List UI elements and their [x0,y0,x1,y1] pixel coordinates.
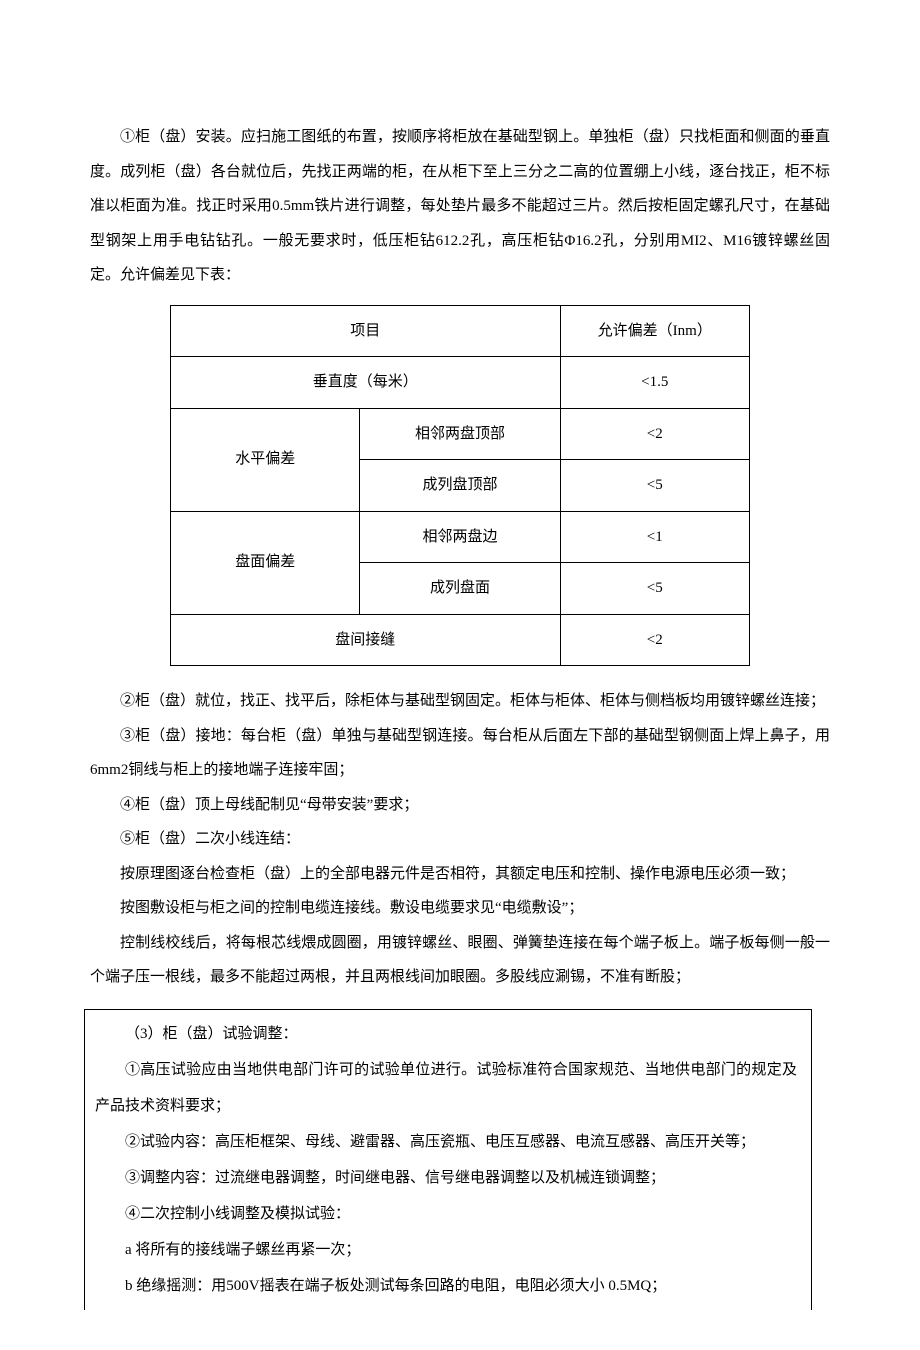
table-row: 水平偏差 相邻两盘顶部 <2 [171,408,750,460]
table-row: 项目 允许偏差（Inm） [171,305,750,357]
box-line-7: b 绝缘摇测：用500V摇表在端子板处测试每条回路的电阻，电阻必须大小 0.5M… [95,1268,797,1304]
cell-seam: 盘间接缝 [171,614,561,666]
box-line-2: ①高压试验应由当地供电部门许可的试验单位进行。试验标准符合国家规范、当地供电部门… [95,1052,797,1124]
cell-value: <5 [560,563,750,615]
paragraph-2: ②柜（盘）就位，找正、找平后，除柜体与基础型钢固定。柜体与柜体、柜体与侧档板均用… [90,684,830,719]
cell-sub: 成列盘顶部 [360,460,560,512]
cell-value: <5 [560,460,750,512]
paragraph-3: ③柜（盘）接地：每台柜（盘）单独与基础型钢连接。每台柜从后面左下部的基础型钢侧面… [90,719,830,788]
header-item: 项目 [171,305,561,357]
boxed-section: （3）柜（盘）试验调整： ①高压试验应由当地供电部门许可的试验单位进行。试验标准… [84,1009,812,1310]
box-line-3: ②试验内容：高压柜框架、母线、避雷器、高压瓷瓶、电压互感器、电流互感器、高压开关… [95,1124,797,1160]
cell-value: <2 [560,408,750,460]
paragraph-1: ①柜（盘）安装。应扫施工图纸的布置，按顺序将柜放在基础型钢上。单独柜（盘）只找柜… [90,120,830,293]
cell-sub: 相邻两盘顶部 [360,408,560,460]
table-row: 垂直度（每米） <1.5 [171,357,750,409]
box-line-1: （3）柜（盘）试验调整： [95,1016,797,1052]
table-row: 盘面偏差 相邻两盘边 <1 [171,511,750,563]
box-line-5: ④二次控制小线调整及模拟试验： [95,1196,797,1232]
box-line-6: a 将所有的接线端子螺丝再紧一次； [95,1232,797,1268]
paragraph-6: 按原理图逐台检查柜（盘）上的全部电器元件是否相符，其额定电压和控制、操作电源电压… [90,857,830,892]
cell-value: <2 [560,614,750,666]
paragraph-5: ⑤柜（盘）二次小线连结： [90,822,830,857]
paragraph-4: ④柜（盘）顶上母线配制见“母带安装”要求； [90,788,830,823]
cell-sub: 成列盘面 [360,563,560,615]
box-line-4: ③调整内容：过流继电器调整，时间继电器、信号继电器调整以及机械连锁调整； [95,1160,797,1196]
tolerance-table: 项目 允许偏差（Inm） 垂直度（每米） <1.5 水平偏差 相邻两盘顶部 <2… [170,305,750,667]
cell-horizontal-dev: 水平偏差 [171,408,360,511]
cell-value: <1.5 [560,357,750,409]
table-row: 盘间接缝 <2 [171,614,750,666]
cell-value: <1 [560,511,750,563]
header-tolerance: 允许偏差（Inm） [560,305,750,357]
cell-panel-dev: 盘面偏差 [171,511,360,614]
paragraph-7: 按图敷设柜与柜之间的控制电缆连接线。敷设电缆要求见“电缆敷设”； [90,891,830,926]
cell-sub: 相邻两盘边 [360,511,560,563]
paragraph-8: 控制线校线后，将每根芯线煨成圆圈，用镀锌螺丝、眼圈、弹簧垫连接在每个端子板上。端… [90,926,830,995]
cell-verticality: 垂直度（每米） [171,357,561,409]
